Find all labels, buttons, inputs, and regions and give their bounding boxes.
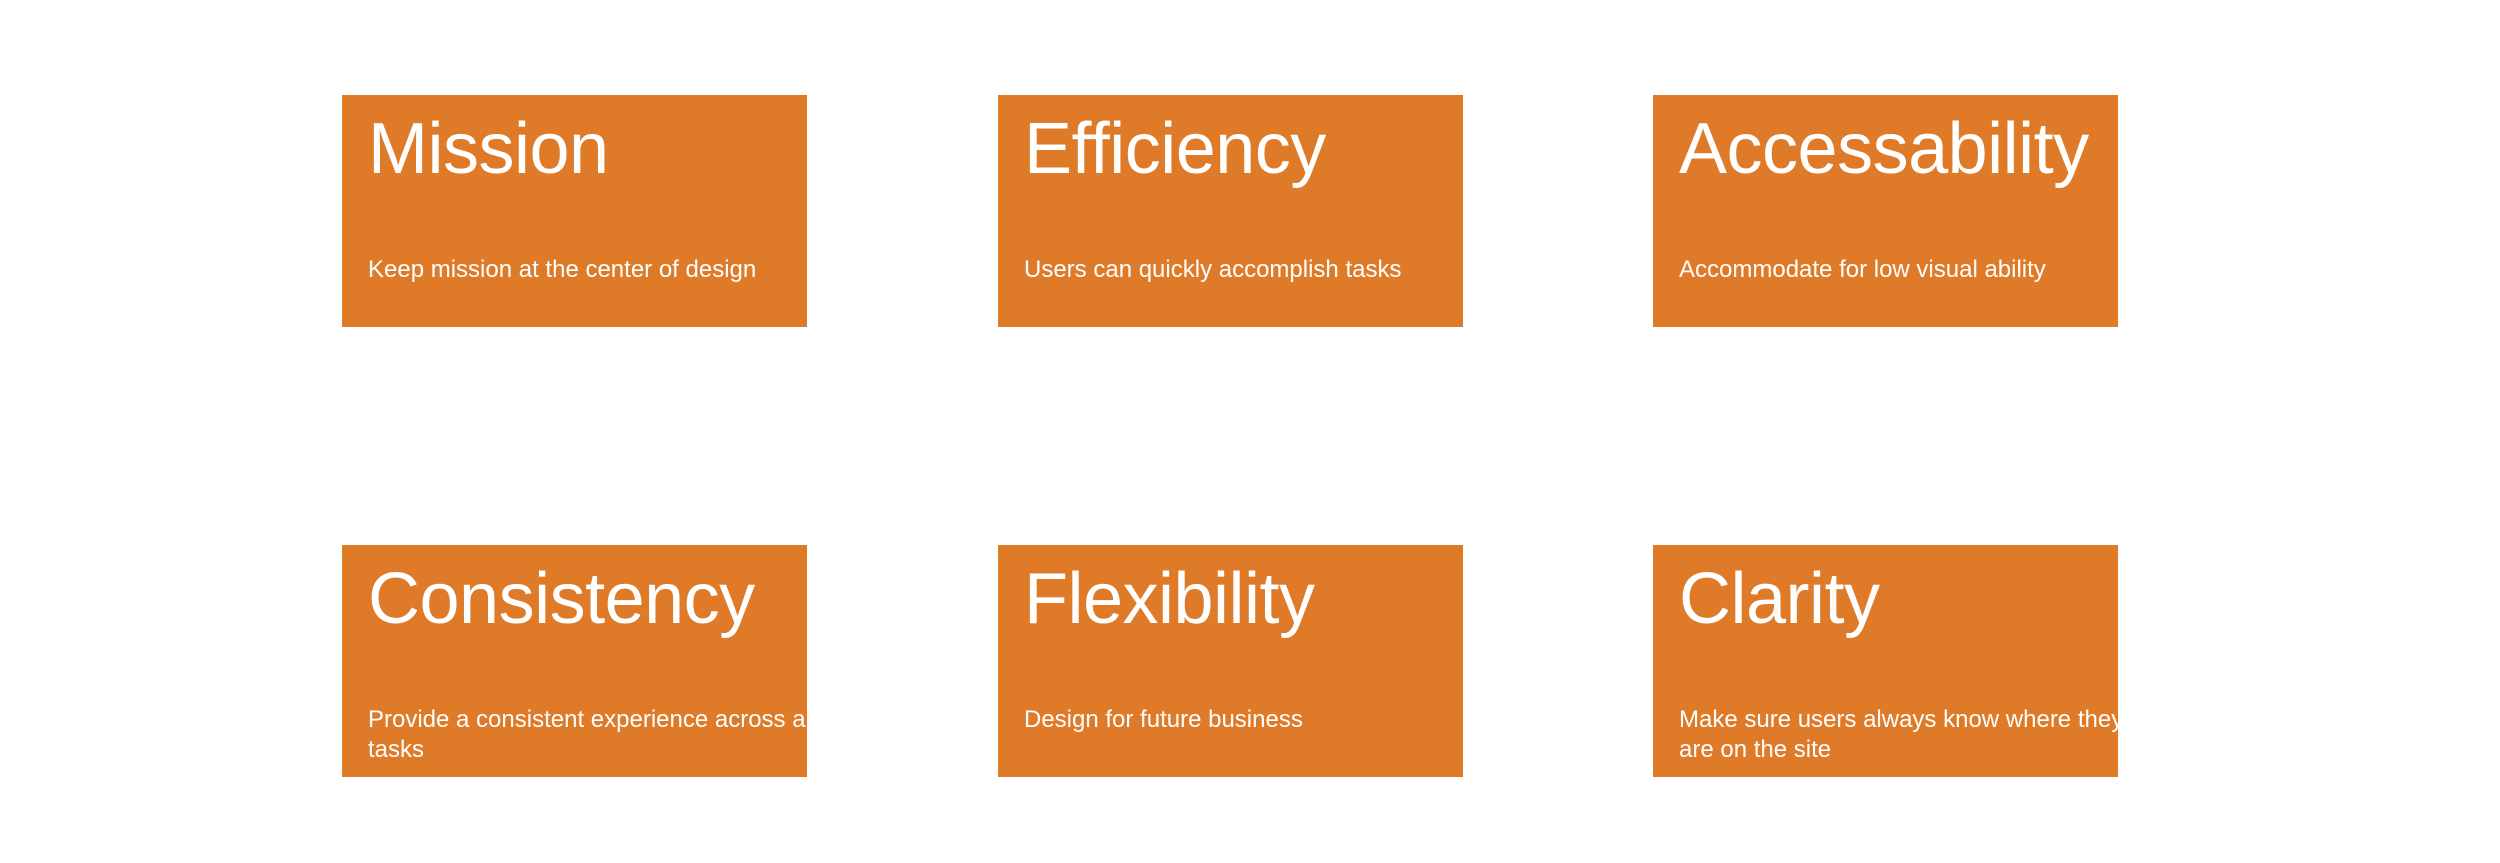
card-title: Accessability [1679, 109, 2089, 189]
principle-card-accessability: Accessability Accommodate for low visual… [1653, 95, 2118, 327]
card-title: Consistency [368, 559, 755, 639]
card-description: Make sure users always know where they a… [1679, 706, 2118, 763]
card-title: Efficiency [1024, 109, 1326, 189]
card-title: Flexibility [1024, 559, 1315, 639]
card-description: Design for future business [1024, 706, 1303, 733]
card-title: Mission [368, 109, 609, 189]
principle-card-flexibility: Flexibility Design for future business [998, 545, 1463, 777]
card-description: Users can quickly accomplish tasks [1024, 256, 1402, 283]
principle-card-clarity: Clarity Make sure users always know wher… [1653, 545, 2118, 777]
principle-card-mission: Mission Keep mission at the center of de… [342, 95, 807, 327]
card-description: Provide a consistent experience across a… [368, 706, 807, 763]
card-description: Accommodate for low visual ability [1679, 256, 2046, 283]
card-description: Keep mission at the center of design [368, 256, 757, 283]
principle-card-consistency: Consistency Provide a consistent experie… [342, 545, 807, 777]
principle-card-efficiency: Efficiency Users can quickly accomplish … [998, 95, 1463, 327]
card-title: Clarity [1679, 559, 1880, 639]
